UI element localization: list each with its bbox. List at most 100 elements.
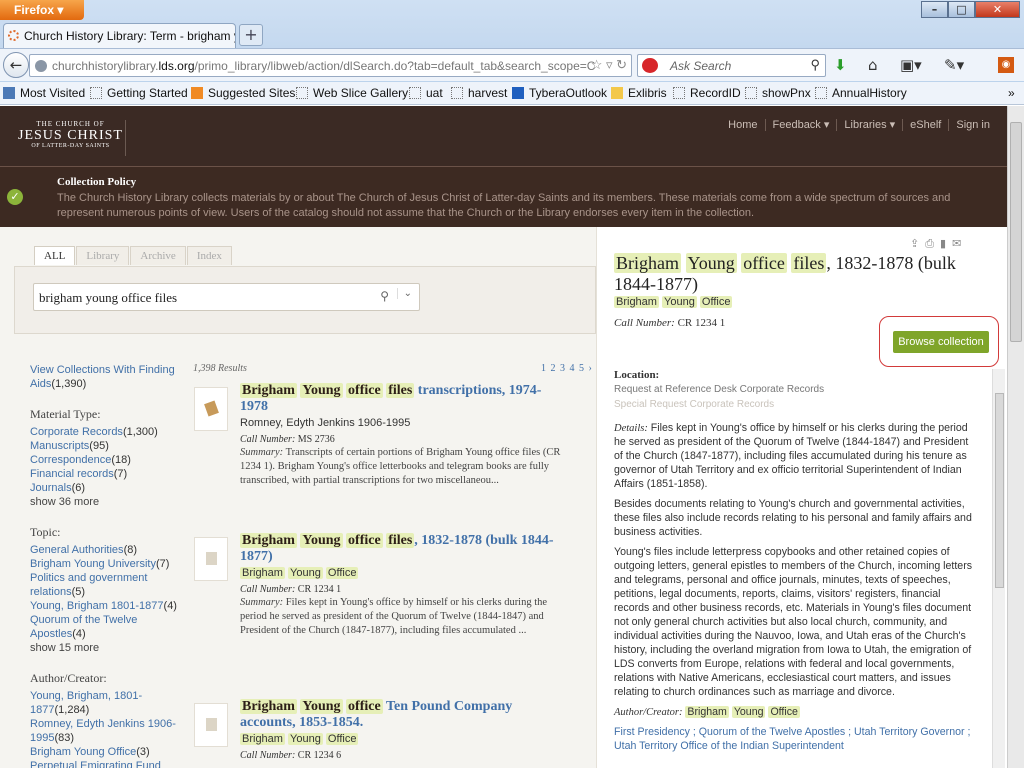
facet-item[interactable]: Quorum of the Twelve Apostles(4) (30, 613, 180, 641)
share-icon[interactable]: ⇪ (910, 237, 925, 250)
facet-item[interactable]: Journals(6) (30, 481, 180, 495)
results-pane: ALL Library Archive Index brigham young off… (0, 227, 596, 768)
facet-item[interactable]: Perpetual Emigrating Fund (30, 759, 180, 768)
view-collections-link[interactable]: View Collections With Finding Aids(1,390… (30, 363, 180, 391)
tab-all[interactable]: ALL (34, 246, 76, 265)
browser-tab[interactable]: Church History Library: Term - brigham y… (3, 23, 236, 48)
close-window-button[interactable]: ✕ (975, 1, 1020, 18)
print-icon[interactable]: ⎙ (925, 237, 940, 250)
record-description: Details: Files kept in Young's office by… (614, 421, 974, 759)
window-controls: – □ ✕ (921, 1, 1020, 18)
web-page: THE CHURCH OF JESUS CHRIST OF LATTER-DAY… (0, 106, 1007, 768)
browse-collection-highlight: Browse collection (879, 316, 999, 367)
screenshot-icon[interactable]: ▣▾ (900, 57, 922, 73)
tab-index[interactable]: Index (186, 246, 232, 265)
show-more-link[interactable]: show 36 more (30, 495, 180, 509)
facet-sidebar: View Collections With Finding Aids(1,390… (30, 363, 180, 768)
facet-item[interactable]: Young, Brigham 1801-1877(4) (30, 599, 180, 613)
search-icon[interactable]: ⚲ (810, 57, 820, 73)
save-icon[interactable]: ▮ (940, 237, 952, 250)
page-scroll-thumb[interactable] (1010, 122, 1022, 342)
document-icon (194, 703, 228, 747)
detail-scroll-thumb[interactable] (995, 393, 1004, 588)
search-icon[interactable]: ⚲ (380, 289, 389, 304)
facet-item[interactable]: General Authorities(8) (30, 543, 180, 557)
bookmark-suggested-sites[interactable]: Suggested Sites (191, 86, 295, 100)
result-title[interactable]: Brigham Young office Ten Pound Company a… (240, 699, 565, 731)
facet-item[interactable]: Romney, Edyth Jenkins 1906-1995(83) (30, 717, 180, 745)
facet-item[interactable]: Brigham Young University(7) (30, 557, 180, 571)
description-paragraph: Young's files include letterpress copybo… (614, 546, 973, 698)
facet-item[interactable]: Financial records(7) (30, 467, 180, 481)
pagination[interactable]: 1 2 3 4 5 › (541, 363, 593, 374)
download-icon[interactable]: ⬇ (834, 57, 847, 73)
collection-policy-banner: ✓ Collection Policy The Church History L… (0, 167, 1007, 227)
bookmark-recordid[interactable]: RecordID (673, 86, 741, 100)
tools-icon[interactable]: ✎▾ (944, 57, 964, 73)
bookmark-most-visited[interactable]: Most Visited (3, 86, 85, 100)
bookmark-harvest[interactable]: harvest (451, 86, 507, 100)
result-author: Romney, Edyth Jenkins 1906-1995 (240, 417, 411, 429)
subject-links[interactable]: First Presidency ; Quorum of the Twelve … (614, 725, 974, 753)
email-icon[interactable]: ✉ (952, 237, 967, 250)
nav-feedback[interactable]: Feedback ▾ (765, 119, 838, 131)
bookmarks-toolbar: Most Visited Getting Started Suggested S… (0, 82, 1024, 105)
bookmark-getting-started[interactable]: Getting Started (90, 86, 188, 100)
facet-item[interactable]: Correspondence(18) (30, 453, 180, 467)
result-summary: Summary: Transcripts of certain portions… (240, 447, 561, 486)
bookmark-uat[interactable]: uat (409, 86, 443, 100)
new-tab-button[interactable]: + (239, 24, 263, 46)
bookmark-star-icon[interactable]: ☆ ▿ ↻ (591, 57, 627, 73)
bookmark-tyberaoutlook[interactable]: TyberaOutlook (512, 86, 607, 100)
nav-home[interactable]: Home (721, 119, 766, 131)
result-title[interactable]: Brigham Young office files, 1832-1878 (b… (240, 533, 565, 565)
detail-scrollbar[interactable] (992, 369, 1005, 768)
search-input[interactable]: brigham young office files ⚲ ⌄ (33, 283, 420, 311)
bookmark-exlibris[interactable]: Exlibris (611, 86, 667, 100)
facet-item[interactable]: Young, Brigham, 1801-1877(1,284) (30, 689, 180, 717)
facet-item[interactable]: Manuscripts(95) (30, 439, 180, 453)
browse-collection-button[interactable]: Browse collection (893, 331, 989, 353)
result-title[interactable]: Brigham Young office files transcription… (240, 383, 565, 415)
search-bar[interactable]: Ask Search ⚲ (637, 54, 826, 77)
tab-title: Church History Library: Term - brigham y… (24, 29, 236, 43)
record-actions: ⇪⎙▮✉ (910, 237, 967, 251)
facet-item[interactable]: Corporate Records(1,300) (30, 425, 180, 439)
nav-libraries[interactable]: Libraries ▾ (837, 119, 904, 131)
minimize-button[interactable]: – (921, 1, 948, 18)
page-scrollbar[interactable] (1007, 106, 1024, 768)
nav-sign-in[interactable]: Sign in (949, 119, 997, 131)
result-author: Brigham Young Office (240, 733, 359, 745)
browser-chrome: Firefox ▾ – □ ✕ Church History Library: … (0, 0, 1024, 105)
bookmark-web-slice-gallery[interactable]: Web Slice Gallery (296, 86, 408, 100)
location-heading: Location: (614, 369, 660, 381)
facet-item[interactable]: Brigham Young Office(3) (30, 745, 180, 759)
back-button[interactable]: ← (3, 52, 29, 78)
result-author: Brigham Young Office (240, 567, 359, 579)
author-line: Author/Creator: Brigham Young Office (614, 706, 800, 718)
search-panel: brigham young office files ⚲ ⌄ (14, 266, 596, 334)
navigation-bar: ← churchhistorylibrary.lds.org/primo_lib… (0, 48, 1024, 81)
facet-item[interactable]: Politics and government relations(5) (30, 571, 180, 599)
bookmark-showpnx[interactable]: showPnx (745, 86, 811, 100)
tab-library[interactable]: Library (76, 246, 130, 265)
church-logo[interactable]: THE CHURCH OF JESUS CHRIST OF LATTER-DAY… (16, 120, 126, 156)
bookmark-annualhistory[interactable]: AnnualHistory (815, 86, 907, 100)
url-bar[interactable]: churchhistorylibrary.lds.org/primo_libra… (29, 54, 632, 77)
location-line: Request at Reference Desk Corporate Reco… (614, 384, 825, 395)
loading-icon (8, 30, 19, 41)
record-title: Brigham Young office files, 1832-1878 (b… (614, 253, 956, 294)
tab-archive[interactable]: Archive (130, 246, 186, 265)
show-more-link[interactable]: show 15 more (30, 641, 180, 655)
policy-text: The Church History Library collects mate… (57, 192, 951, 219)
top-navigation: Home Feedback ▾ Libraries ▾ eShelf Sign in (721, 118, 997, 131)
record-call-number: Call Number: CR 1234 1 (614, 317, 726, 329)
bookmarks-overflow-icon[interactable]: » (1008, 86, 1015, 100)
maximize-button[interactable]: □ (948, 1, 975, 18)
chevron-down-icon[interactable]: ⌄ (396, 288, 412, 299)
addon-icon[interactable]: ◉ (998, 57, 1014, 73)
description-paragraph: Besides documents relating to Young's ch… (614, 498, 972, 538)
nav-eshelf[interactable]: eShelf (903, 119, 950, 131)
home-icon[interactable]: ⌂ (868, 57, 878, 73)
firefox-menu-button[interactable]: Firefox ▾ (0, 0, 84, 20)
